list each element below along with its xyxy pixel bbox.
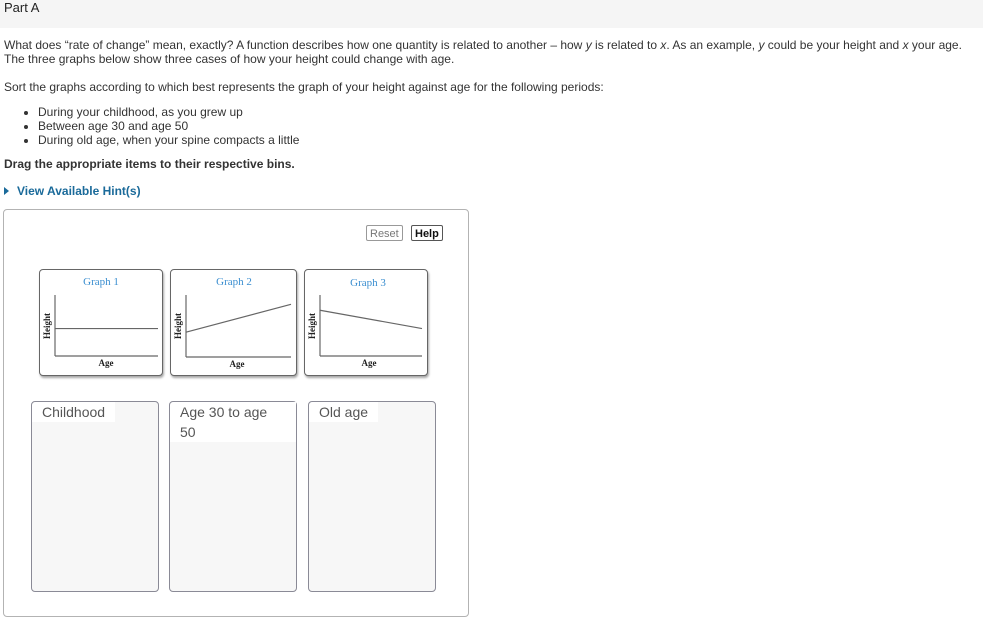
bin-old-age[interactable]: Old age	[308, 401, 436, 592]
graph-2-svg: Graph 2 Age Height	[173, 276, 292, 369]
x-axis-label: Age	[230, 359, 245, 369]
sort-prompt: Sort the graphs according to which best …	[4, 80, 604, 94]
y-axis-label: Height	[307, 313, 317, 339]
y-axis-label: Height	[173, 313, 183, 339]
part-title: Part A	[4, 0, 40, 15]
graph-3-svg: Graph 3 Age Height	[307, 277, 423, 368]
graph-trend-line	[185, 303, 292, 333]
period-item: During your childhood, as you grew up	[38, 105, 299, 119]
bin-childhood[interactable]: Childhood	[31, 401, 159, 592]
graph-title: Graph 1	[83, 276, 119, 288]
drag-instruction: Drag the appropriate items to their resp…	[4, 157, 295, 171]
intro-segment: could be your height and	[764, 38, 903, 52]
reset-button[interactable]: Reset	[366, 225, 403, 241]
bin-label: Childhood	[32, 402, 116, 422]
graph-1-svg: Graph 1 Age Height	[42, 276, 158, 368]
x-axis-label: Age	[362, 358, 377, 368]
help-button[interactable]: Help	[411, 225, 443, 241]
graph-card-3[interactable]: Graph 3 Age Height	[304, 269, 428, 376]
view-hints-link[interactable]: View Available Hint(s)	[4, 184, 141, 198]
triangle-right-icon	[4, 187, 9, 195]
graph-title: Graph 3	[350, 277, 386, 289]
hint-label: View Available Hint(s)	[17, 184, 141, 198]
graph-card-2[interactable]: Graph 2 Age Height	[170, 269, 297, 376]
bin-age-30-to-50[interactable]: Age 30 to age 50	[169, 401, 297, 592]
period-item: During old age, when your spine compacts…	[38, 133, 299, 147]
intro-segment: . As an example,	[666, 38, 759, 52]
period-list: During your childhood, as you grew up Be…	[4, 105, 299, 147]
intro-segment: is related to	[591, 38, 661, 52]
intro-text: What does “rate of change” mean, exactly…	[4, 38, 979, 66]
graph-title: Graph 2	[216, 276, 252, 288]
x-axis-label: Age	[99, 358, 114, 368]
period-item: Between age 30 and age 50	[38, 119, 299, 133]
bin-label: Age 30 to age 50	[170, 402, 296, 442]
intro-segment: What does “rate of change” mean, exactly…	[4, 38, 586, 52]
graph-trend-line	[319, 309, 423, 330]
graph-card-1[interactable]: Graph 1 Age Height	[39, 269, 163, 376]
part-header: Part A	[0, 0, 983, 28]
y-axis-label: Height	[42, 313, 52, 339]
bin-label: Old age	[309, 402, 379, 422]
